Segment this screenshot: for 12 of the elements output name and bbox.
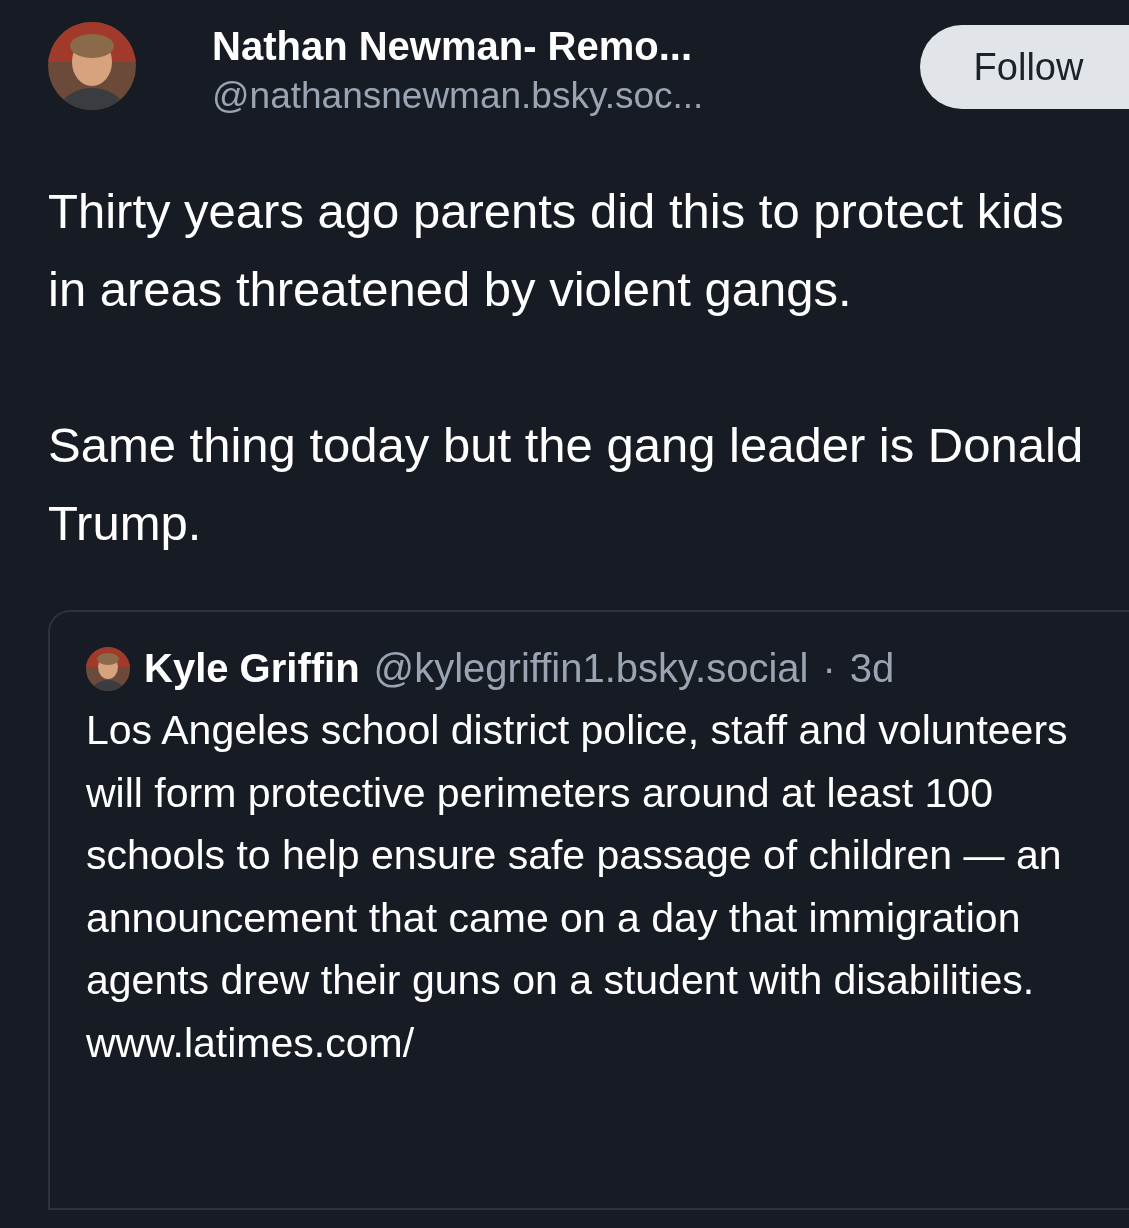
timestamp: 3d (849, 646, 895, 691)
quoted-author-name[interactable]: Kyle Griffin (144, 646, 360, 691)
follow-button[interactable]: Follow (920, 25, 1129, 109)
author-name[interactable]: Nathan Newman- Remo... (212, 20, 704, 72)
separator: · (822, 646, 836, 691)
post-text: Thirty years ago parents did this to protect kids in areas threatened by violent gangs. (48, 183, 1065, 318)
quoted-post[interactable] (48, 610, 1129, 1210)
author-handle[interactable]: @nathansnewman.bsky.soc... (212, 72, 704, 120)
quoted-author-handle[interactable]: @kylegriffin1.bsky.social (373, 646, 809, 691)
post-text: Same thing today but the gang leader is Donald Trump. (48, 417, 1085, 552)
quoted-post-text: Los Angeles school district police, staff and volunteers will form protective perimeters around at least 100 schools to help ensure safe passage of children — an announcement that came on a day that immigration agents drew their guns on a student with disabilities. www.latimes.com/ (86, 706, 1069, 1068)
avatar (86, 646, 130, 691)
